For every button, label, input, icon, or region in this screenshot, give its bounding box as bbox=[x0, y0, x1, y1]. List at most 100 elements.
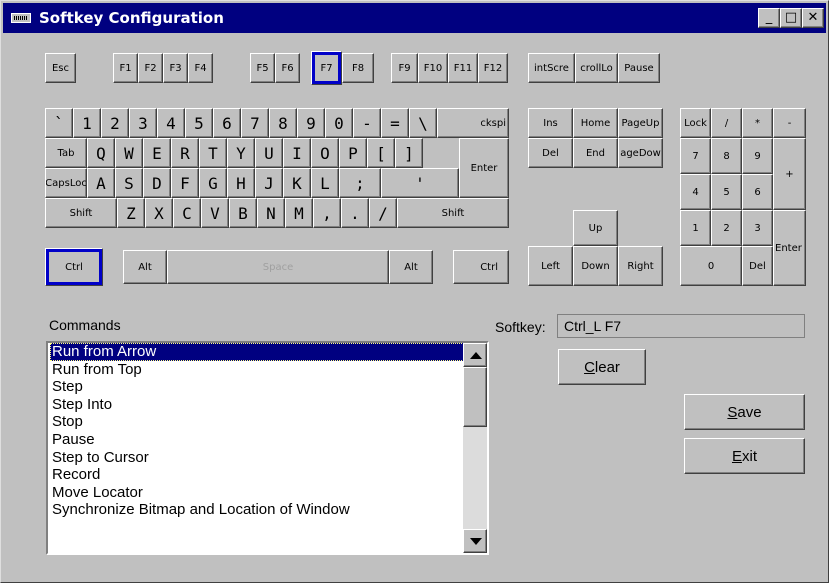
key-minus[interactable]: - bbox=[353, 108, 381, 138]
minimize-button[interactable]: _ bbox=[758, 8, 780, 28]
key-capslock[interactable]: CapsLoc bbox=[45, 168, 87, 198]
exit-button[interactable]: Exit bbox=[684, 438, 805, 474]
key-backtick[interactable]: ` bbox=[45, 108, 73, 138]
key-equals[interactable]: = bbox=[381, 108, 409, 138]
key-o[interactable]: O bbox=[311, 138, 339, 168]
key-right-bracket[interactable]: ] bbox=[395, 138, 423, 168]
key-u[interactable]: U bbox=[255, 138, 283, 168]
key-print-screen[interactable]: intScre bbox=[528, 53, 575, 83]
key-left-bracket[interactable]: [ bbox=[367, 138, 395, 168]
key-insert[interactable]: Ins bbox=[528, 108, 573, 138]
key-n[interactable]: N bbox=[257, 198, 285, 228]
key-y[interactable]: Y bbox=[227, 138, 255, 168]
key-backspace[interactable]: ckspi bbox=[437, 108, 509, 138]
key-f7[interactable]: F7 bbox=[311, 51, 342, 85]
key-j[interactable]: J bbox=[255, 168, 283, 198]
key-g[interactable]: G bbox=[199, 168, 227, 198]
key-f6[interactable]: F6 bbox=[275, 53, 300, 83]
key-arrow-left[interactable]: Left bbox=[528, 246, 573, 286]
key-t[interactable]: T bbox=[199, 138, 227, 168]
key-num-minus[interactable]: - bbox=[773, 108, 806, 138]
list-item[interactable]: Record bbox=[50, 466, 464, 484]
scroll-down-button[interactable] bbox=[463, 529, 487, 553]
key-q[interactable]: Q bbox=[87, 138, 115, 168]
key-ctrl-left[interactable]: Ctrl bbox=[45, 248, 103, 286]
key-page-up[interactable]: PageUp bbox=[618, 108, 663, 138]
maximize-button[interactable]: □ bbox=[780, 8, 802, 28]
key-num-plus[interactable]: + bbox=[773, 138, 806, 210]
key-v[interactable]: V bbox=[201, 198, 229, 228]
key-f12[interactable]: F12 bbox=[478, 53, 508, 83]
key-w[interactable]: W bbox=[115, 138, 143, 168]
key-f2[interactable]: F2 bbox=[138, 53, 163, 83]
key-home[interactable]: Home bbox=[573, 108, 618, 138]
key-f1[interactable]: F1 bbox=[113, 53, 138, 83]
key-scroll-lock[interactable]: crollLo bbox=[575, 53, 618, 83]
key-f4[interactable]: F4 bbox=[188, 53, 213, 83]
list-item[interactable]: Stop bbox=[50, 413, 464, 431]
key-0[interactable]: 0 bbox=[325, 108, 353, 138]
key-num-6[interactable]: 6 bbox=[742, 174, 773, 210]
key-l[interactable]: L bbox=[311, 168, 339, 198]
clear-button[interactable]: Clear bbox=[558, 349, 646, 385]
key-end[interactable]: End bbox=[573, 138, 618, 168]
key-arrow-up[interactable]: Up bbox=[573, 210, 618, 246]
key-f11[interactable]: F11 bbox=[448, 53, 478, 83]
key-arrow-right[interactable]: Right bbox=[618, 246, 663, 286]
key-enter[interactable]: Enter bbox=[459, 138, 509, 198]
key-comma[interactable]: , bbox=[313, 198, 341, 228]
key-6[interactable]: 6 bbox=[213, 108, 241, 138]
key-pause[interactable]: Pause bbox=[618, 53, 660, 83]
key-semicolon[interactable]: ; bbox=[339, 168, 381, 198]
key-num-4[interactable]: 4 bbox=[680, 174, 711, 210]
key-num-9[interactable]: 9 bbox=[742, 138, 773, 174]
key-esc[interactable]: Esc bbox=[45, 53, 76, 83]
key-f8[interactable]: F8 bbox=[342, 53, 374, 83]
key-page-down[interactable]: ageDow bbox=[618, 138, 663, 168]
key-shift-right[interactable]: Shift bbox=[397, 198, 509, 228]
key-slash[interactable]: / bbox=[369, 198, 397, 228]
list-item[interactable]: Run from Top bbox=[50, 361, 464, 379]
key-i[interactable]: I bbox=[283, 138, 311, 168]
key-ctrl-right[interactable]: Ctrl bbox=[453, 250, 509, 284]
list-item[interactable]: Pause bbox=[50, 431, 464, 449]
list-item[interactable]: Step to Cursor bbox=[50, 449, 464, 467]
key-backslash[interactable]: \ bbox=[409, 108, 437, 138]
key-num-3[interactable]: 3 bbox=[742, 210, 773, 246]
keyboard-icon[interactable] bbox=[11, 13, 31, 23]
key-num-5[interactable]: 5 bbox=[711, 174, 742, 210]
key-arrow-down[interactable]: Down bbox=[573, 246, 618, 286]
scroll-thumb[interactable] bbox=[463, 367, 487, 427]
list-item[interactable]: Move Locator bbox=[50, 484, 464, 502]
key-space[interactable]: Space bbox=[167, 250, 389, 284]
key-num-0[interactable]: 0 bbox=[680, 246, 742, 286]
key-d[interactable]: D bbox=[143, 168, 171, 198]
vertical-scrollbar[interactable] bbox=[463, 343, 487, 553]
key-h[interactable]: H bbox=[227, 168, 255, 198]
key-2[interactable]: 2 bbox=[101, 108, 129, 138]
key-c[interactable]: C bbox=[173, 198, 201, 228]
key-8[interactable]: 8 bbox=[269, 108, 297, 138]
key-f10[interactable]: F10 bbox=[418, 53, 448, 83]
key-p[interactable]: P bbox=[339, 138, 367, 168]
key-f5[interactable]: F5 bbox=[250, 53, 275, 83]
key-alt-left[interactable]: Alt bbox=[123, 250, 167, 284]
key-num-multiply[interactable]: * bbox=[742, 108, 773, 138]
key-1[interactable]: 1 bbox=[73, 108, 101, 138]
key-e[interactable]: E bbox=[143, 138, 171, 168]
list-item[interactable]: Step Into bbox=[50, 396, 464, 414]
key-s[interactable]: S bbox=[115, 168, 143, 198]
key-num-enter[interactable]: Enter bbox=[773, 210, 806, 286]
key-r[interactable]: R bbox=[171, 138, 199, 168]
list-item[interactable]: Step bbox=[50, 378, 464, 396]
key-k[interactable]: K bbox=[283, 168, 311, 198]
key-7[interactable]: 7 bbox=[241, 108, 269, 138]
key-alt-right[interactable]: Alt bbox=[389, 250, 433, 284]
key-period[interactable]: . bbox=[341, 198, 369, 228]
key-num-lock[interactable]: Lock bbox=[680, 108, 711, 138]
key-num-2[interactable]: 2 bbox=[711, 210, 742, 246]
key-z[interactable]: Z bbox=[117, 198, 145, 228]
key-b[interactable]: B bbox=[229, 198, 257, 228]
close-button[interactable]: ✕ bbox=[802, 8, 824, 28]
list-item[interactable]: Run from Arrow bbox=[50, 343, 464, 361]
